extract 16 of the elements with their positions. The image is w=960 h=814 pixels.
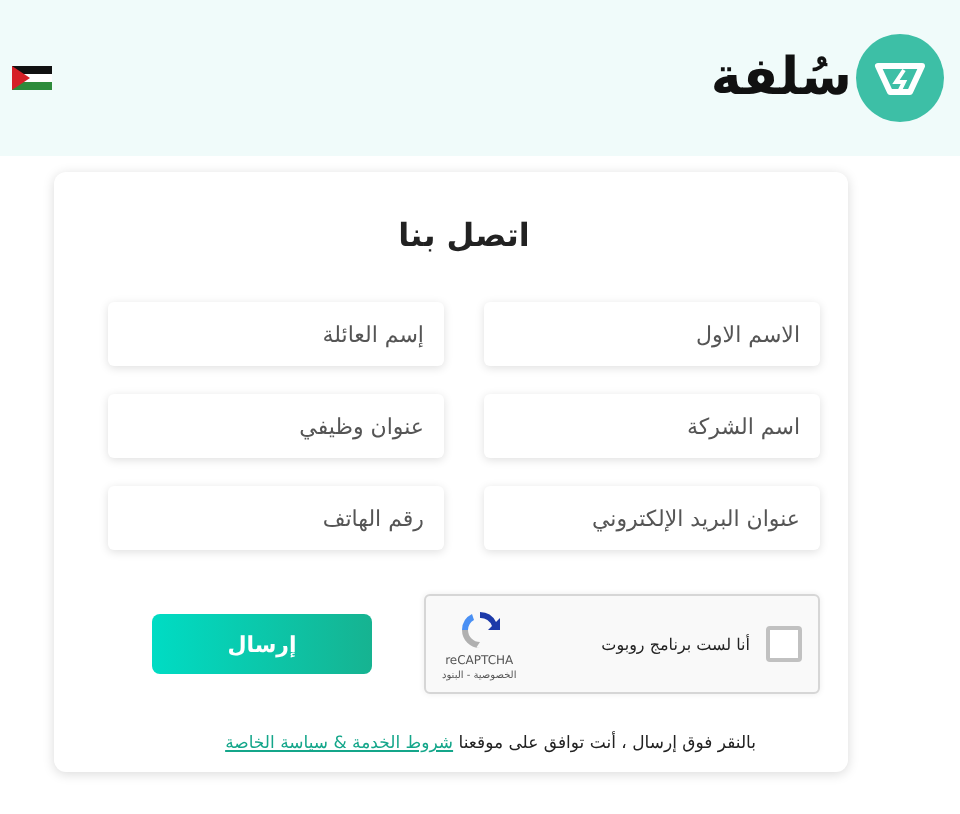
input-field[interactable]: عنوان وظيفي xyxy=(108,394,444,458)
captcha-checkbox[interactable] xyxy=(766,626,802,662)
terms-link[interactable]: شروط الخدمة & سياسة الخاصة xyxy=(225,734,454,754)
logo-icon xyxy=(856,34,944,122)
input-field[interactable]: عنوان البريد الإلكتروني xyxy=(484,486,820,550)
logo-text: سُلفة xyxy=(710,48,852,108)
recaptcha-icon xyxy=(457,607,502,651)
input-field[interactable]: اسم الشركة xyxy=(484,394,820,458)
submit-button[interactable]: إرسال xyxy=(152,614,372,674)
form-title: اتصل بنا xyxy=(396,216,532,254)
input-field[interactable]: إسم العائلة xyxy=(108,302,444,366)
terms-text: بالنقر فوق إرسال ، أنت توافق على موقعنا شروط الخدمة & سياسة الخاصة xyxy=(223,734,758,754)
input-field[interactable]: الاسم الاول xyxy=(484,302,820,366)
captcha-label: أنا لست برنامج روبوت xyxy=(599,635,750,653)
input-field[interactable]: رقم الهاتف xyxy=(108,486,444,550)
flag-icon[interactable] xyxy=(12,66,52,90)
